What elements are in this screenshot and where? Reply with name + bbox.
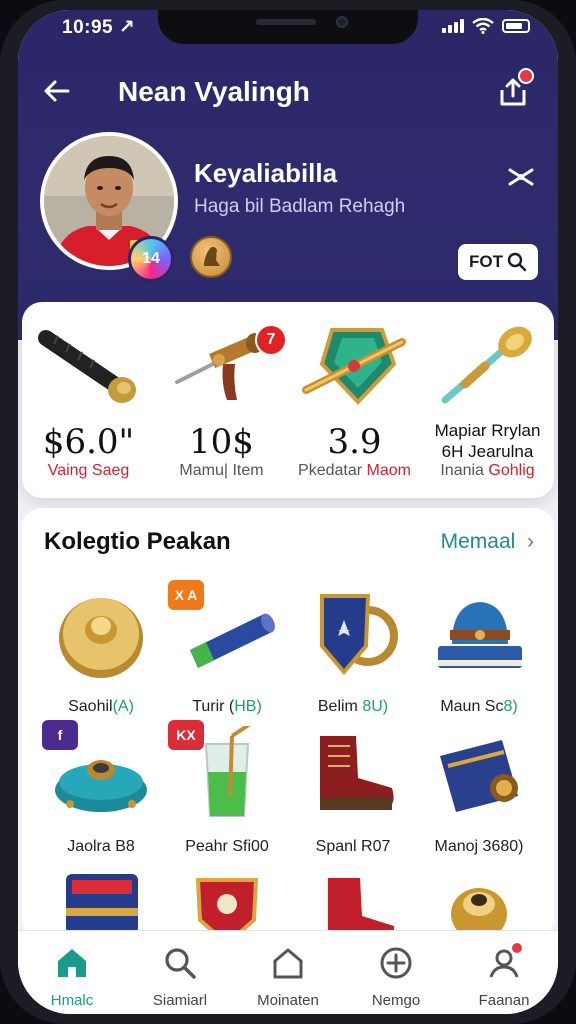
collection-item[interactable]: Belim 8U) — [290, 586, 416, 728]
collection-item[interactable]: KX Peahr Sfi00 — [164, 720, 290, 868]
wifi-icon — [472, 18, 494, 34]
house-outline-icon — [273, 948, 303, 979]
search-icon — [165, 948, 196, 979]
profile-name: Keyaliabilla — [194, 158, 338, 188]
speaker — [256, 19, 316, 25]
section-title: Kolegtio Peakan — [44, 528, 231, 555]
collection-item[interactable] — [38, 864, 164, 938]
notch — [158, 10, 418, 44]
red-crest-icon — [195, 878, 259, 938]
item-label: Saohil(A) — [68, 698, 134, 715]
stat-0[interactable]: $6.0" Vaing Saeg — [22, 302, 155, 498]
share-button[interactable] — [496, 68, 534, 110]
item-tag: f — [42, 720, 78, 750]
nav-nemgo[interactable]: Nemgo — [342, 945, 450, 1009]
notification-dot — [512, 943, 522, 953]
golden-scepter-icon — [441, 326, 532, 404]
home-icon — [58, 949, 86, 977]
front-camera — [336, 16, 348, 28]
medal-icon — [204, 247, 220, 266]
nav-moinaten[interactable]: Moinaten — [234, 945, 342, 1009]
item-label: Peahr Sfi00 — [185, 838, 269, 855]
plus-circle-icon — [380, 947, 412, 979]
page-title: Nean Vyalingh — [118, 76, 310, 107]
stat-1[interactable]: 7 10$ Mamu| Item — [155, 302, 288, 498]
red-boot-2-icon — [328, 878, 394, 938]
stat-value: 10$ — [189, 422, 254, 462]
collection-item[interactable]: Saohil(A) — [38, 586, 164, 728]
profile-subtitle: Haga bil Badlam Rehagh — [194, 196, 406, 217]
item-label: Maun Sc8) — [440, 698, 518, 715]
stats-card: $6.0" Vaing Saeg 7 10$ Mamu| Item 3.9 Pk… — [22, 302, 554, 498]
stat-label: Inania Gohlig — [440, 462, 535, 479]
stat-2[interactable]: 3.9 Pkedatar Maom — [288, 302, 421, 498]
nav-search[interactable]: Siamiarl — [126, 945, 234, 1009]
nav-label: Nemgo — [371, 992, 421, 1009]
item-label: Spanl R07 — [315, 838, 391, 855]
red-boot-icon — [320, 736, 394, 810]
nav-profile[interactable]: Faanan — [450, 943, 558, 1009]
nav-label: Faanan — [478, 992, 530, 1009]
item-label: Turir (HB) — [192, 698, 262, 715]
battery-icon — [502, 19, 530, 33]
blue-hat-icon — [438, 602, 522, 668]
follow-label: FOT — [469, 252, 503, 271]
collection-item[interactable] — [290, 864, 416, 938]
stat-label: Mamu| Item — [179, 462, 264, 479]
status-icons — [442, 18, 530, 34]
collection-item[interactable] — [164, 864, 290, 938]
stat-label: Pkedatar Maom — [298, 462, 411, 479]
collection-item[interactable]: Manoj 3680) — [416, 726, 542, 868]
nav-label: Moinaten — [257, 992, 319, 1009]
stat-3[interactable]: Mapiar Rrylan 6H Jearulna Inania Gohlig — [421, 302, 554, 498]
level-badge: 14 — [128, 236, 174, 282]
stat-badge: 7 — [255, 324, 287, 356]
shuffle-icon[interactable] — [506, 162, 536, 192]
status-time: 10:95 ↗ — [62, 17, 136, 38]
stat-label: Vaing Saeg — [47, 462, 130, 479]
phone-frame: 10:95 ↗ Nean Vyalingh 14 Keyaliabilla Ha… — [0, 0, 576, 1024]
item-label: Manoj 3680) — [434, 838, 524, 855]
bottom-nav: Hmalc Siamiarl Moinaten Nemgo Faanan — [18, 930, 558, 1014]
collection-section: Kolegtio Peakan Memaal › Saohil(A) X A T… — [22, 508, 554, 938]
nav-label: Siamiarl — [152, 992, 208, 1009]
nav-home[interactable]: Hmalc — [18, 945, 126, 1009]
profile-header: 10:95 ↗ Nean Vyalingh 14 Keyaliabilla Ha… — [18, 10, 558, 340]
medal-badge — [190, 236, 232, 278]
notification-dot — [518, 68, 534, 84]
collection-item[interactable]: f Jaolra B8 — [38, 720, 164, 868]
top-bar: Nean Vyalingh — [18, 68, 558, 112]
collection-item[interactable]: X A Turir (HB) — [164, 580, 290, 728]
collection-item[interactable] — [416, 864, 542, 938]
chevron-right-icon: › — [521, 530, 534, 553]
stat-value: 3.9 — [327, 422, 382, 462]
collection-item[interactable]: Spanl R07 — [290, 726, 416, 868]
search-icon — [507, 252, 527, 272]
screen: 10:95 ↗ Nean Vyalingh 14 Keyaliabilla Ha… — [18, 10, 558, 1014]
blue-chest-icon — [66, 874, 138, 934]
gold-button-icon — [59, 598, 143, 678]
gold-bell-icon — [451, 888, 507, 938]
stat-value: $6.0" — [42, 422, 135, 462]
item-label: Jaolra B8 — [67, 838, 135, 855]
item-tag: X A — [168, 580, 204, 610]
emerald-shield-sword-icon — [302, 328, 406, 405]
item-label: Belim 8U) — [317, 698, 389, 715]
nav-label: Hmalc — [50, 992, 94, 1009]
black-baton-icon — [38, 330, 136, 403]
stat-value: Mapiar Rrylan 6H Jearulna — [434, 421, 541, 461]
back-arrow-icon[interactable] — [40, 74, 74, 108]
blue-shield-icon — [320, 594, 398, 676]
see-all-link[interactable]: Memaal › — [441, 530, 534, 554]
item-tag: KX — [168, 720, 204, 750]
follow-button[interactable]: FOT — [458, 244, 538, 280]
collection-item[interactable]: Maun Sc8) — [416, 586, 542, 728]
signal-icon — [442, 19, 464, 33]
blue-bag-icon — [440, 740, 518, 812]
